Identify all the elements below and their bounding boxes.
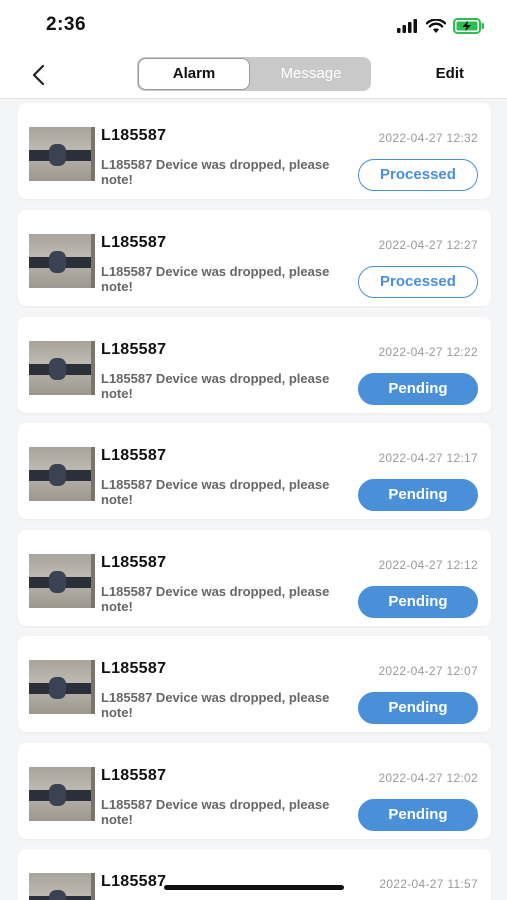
device-thumbnail (29, 447, 95, 501)
device-id: L185587 (101, 873, 167, 890)
alarm-time: 2022-04-27 12:17 (378, 451, 478, 465)
nav-bar: Alarm Message Edit (0, 52, 507, 99)
status-pending-button[interactable]: Pending (358, 586, 478, 618)
alarm-card[interactable]: L185587 2022-04-27 12:07 L185587 Device … (18, 636, 491, 732)
status-processed-button[interactable]: Processed (358, 266, 478, 298)
status-pending-button[interactable]: Pending (358, 479, 478, 511)
alarm-card[interactable]: L185587 2022-04-27 11:57 (18, 849, 491, 900)
device-id: L185587 (101, 127, 167, 144)
status-bar: 2:36 (0, 0, 507, 52)
chevron-left-icon (32, 64, 45, 86)
alarm-message: L185587 Device was dropped, please note! (101, 690, 330, 720)
device-thumbnail (29, 127, 95, 181)
device-id: L185587 (101, 447, 167, 464)
alarm-card[interactable]: L185587 2022-04-27 12:32 L185587 Device … (18, 103, 491, 199)
status-time: 2:36 (46, 14, 87, 35)
status-pending-button[interactable]: Pending (358, 373, 478, 405)
alarm-card[interactable]: L185587 2022-04-27 12:02 L185587 Device … (18, 743, 491, 839)
alarm-message: L185587 Device was dropped, please note! (101, 371, 330, 401)
status-icons (397, 16, 485, 36)
alarm-card[interactable]: L185587 2022-04-27 12:12 L185587 Device … (18, 530, 491, 626)
alarm-time: 2022-04-27 12:12 (378, 558, 478, 572)
device-thumbnail (29, 660, 95, 714)
alarm-card[interactable]: L185587 2022-04-27 12:22 L185587 Device … (18, 317, 491, 413)
device-id: L185587 (101, 660, 167, 677)
device-thumbnail (29, 767, 95, 821)
tab-alarm[interactable]: Alarm (139, 59, 249, 89)
alarm-card[interactable]: L185587 2022-04-27 12:17 L185587 Device … (18, 423, 491, 519)
device-thumbnail (29, 341, 95, 395)
alarm-list: L185587 2022-04-27 12:32 L185587 Device … (0, 98, 507, 900)
alarm-message: L185587 Device was dropped, please note! (101, 157, 330, 187)
home-indicator (164, 885, 344, 890)
device-id: L185587 (101, 554, 167, 571)
alarm-time: 2022-04-27 11:57 (379, 877, 478, 891)
alarm-time: 2022-04-27 12:22 (378, 345, 478, 359)
alarm-message: L185587 Device was dropped, please note! (101, 797, 330, 827)
device-id: L185587 (101, 341, 167, 358)
battery-charging-icon (453, 18, 484, 34)
alarm-message: L185587 Device was dropped, please note! (101, 584, 330, 614)
device-id: L185587 (101, 234, 167, 251)
edit-button[interactable]: Edit (436, 65, 464, 82)
alarm-time: 2022-04-27 12:07 (378, 664, 478, 678)
segmented-control: Alarm Message (137, 57, 371, 91)
device-thumbnail (29, 873, 95, 900)
device-thumbnail (29, 234, 95, 288)
alarm-message: L185587 Device was dropped, please note! (101, 477, 330, 507)
alarm-time: 2022-04-27 12:02 (378, 771, 478, 785)
status-pending-button[interactable]: Pending (358, 799, 478, 831)
alarm-card[interactable]: L185587 2022-04-27 12:27 L185587 Device … (18, 210, 491, 306)
device-thumbnail (29, 554, 95, 608)
status-pending-button[interactable]: Pending (358, 692, 478, 724)
device-id: L185587 (101, 767, 167, 784)
tab-message[interactable]: Message (255, 59, 367, 89)
back-button[interactable] (26, 62, 52, 88)
alarm-time: 2022-04-27 12:27 (378, 238, 478, 252)
cellular-signal-icon (397, 19, 417, 33)
alarm-time: 2022-04-27 12:32 (378, 131, 478, 145)
status-processed-button[interactable]: Processed (358, 159, 478, 191)
wifi-icon (426, 18, 446, 33)
alarm-message: L185587 Device was dropped, please note! (101, 264, 330, 294)
